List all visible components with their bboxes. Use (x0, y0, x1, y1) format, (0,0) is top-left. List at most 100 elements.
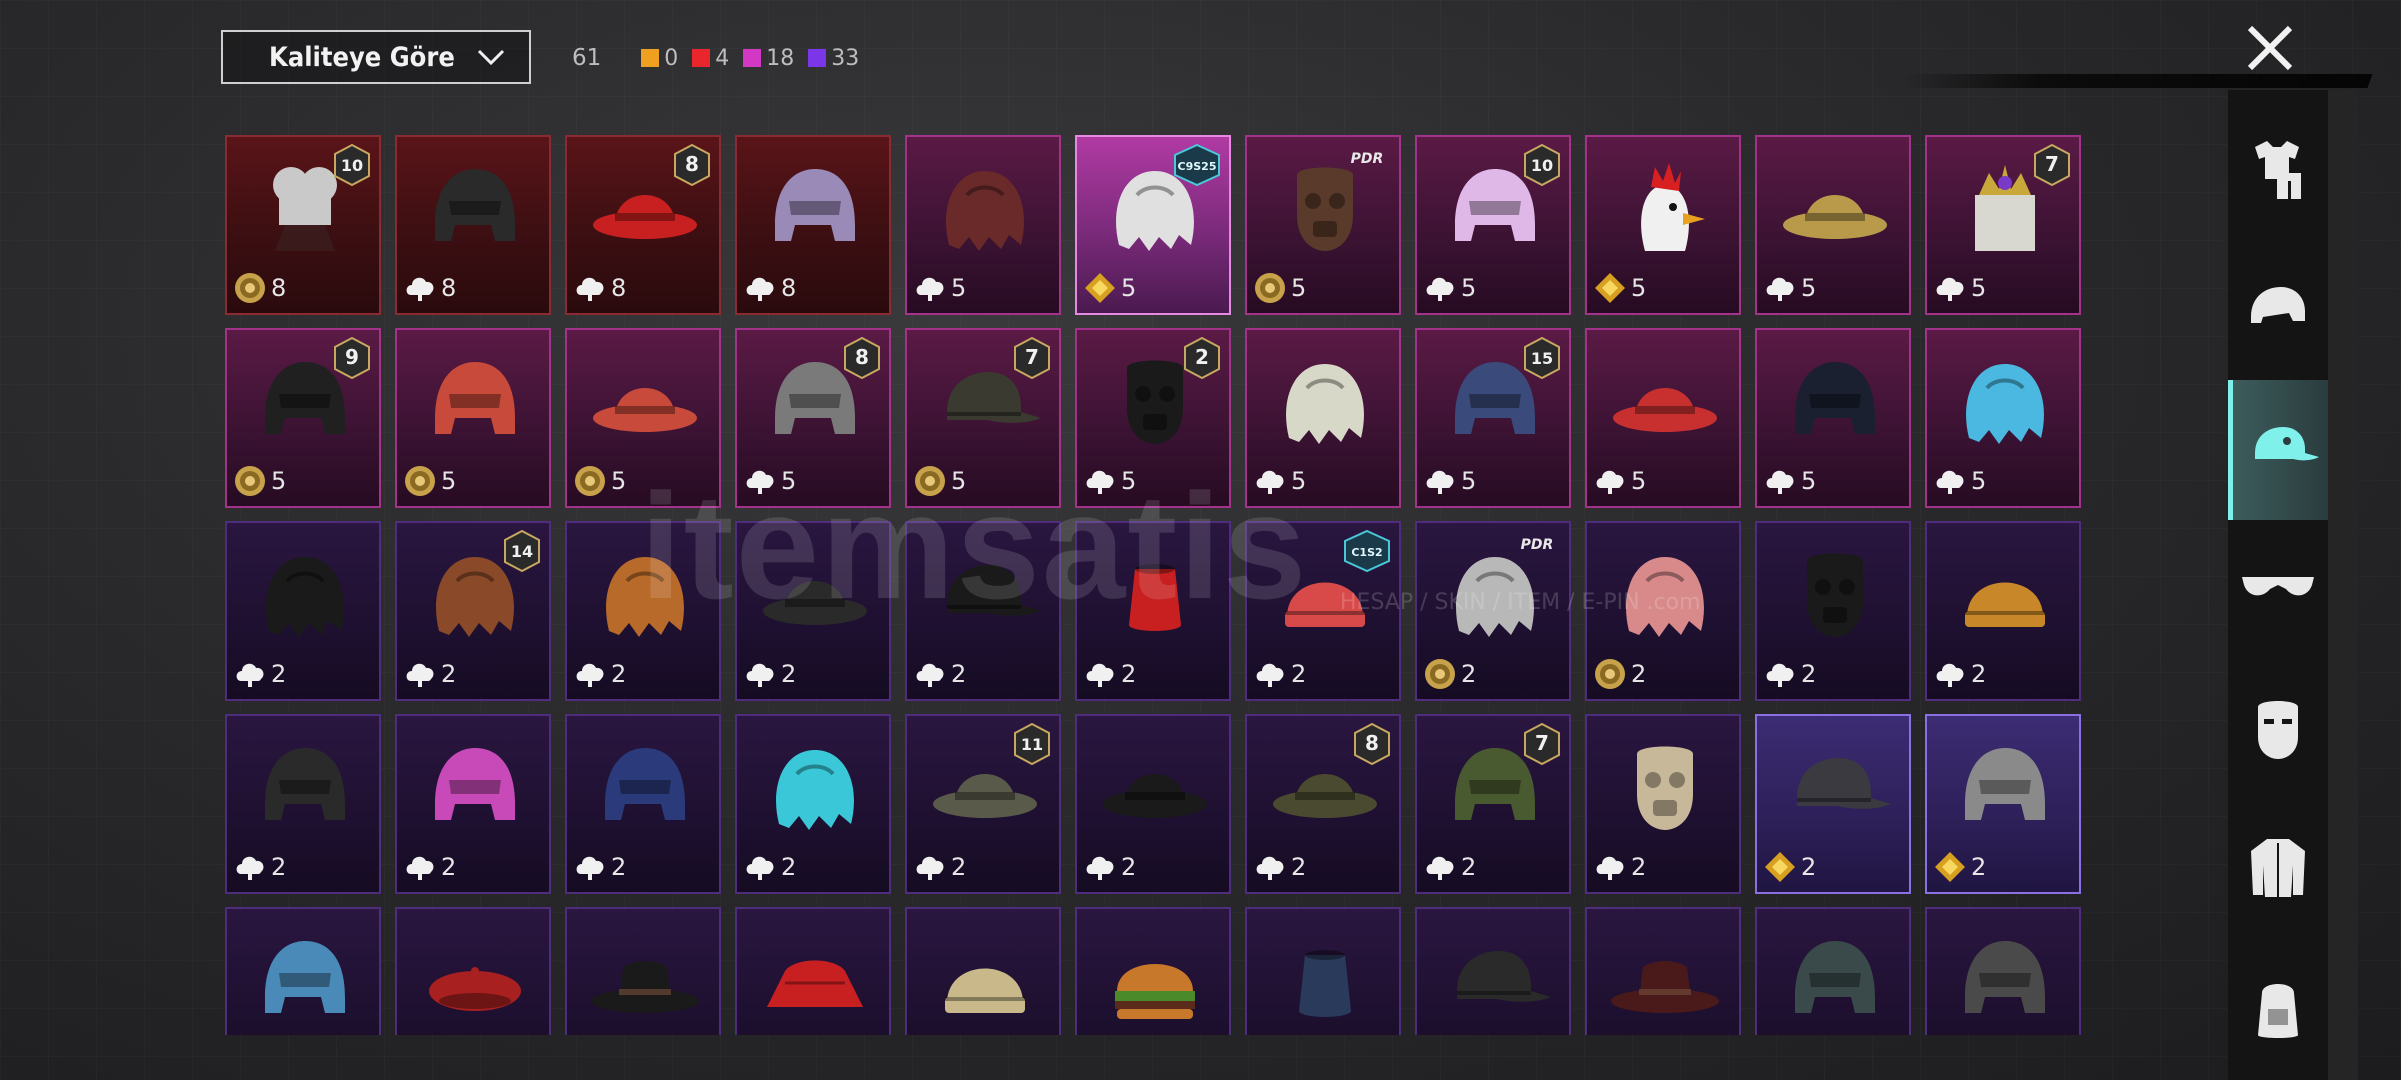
inventory-item-card[interactable]: 95 (225, 328, 381, 508)
inventory-item-card[interactable] (1585, 907, 1741, 1035)
level-badge-icon: 15 (1523, 336, 1561, 380)
inventory-item-card[interactable]: 5 (905, 135, 1061, 315)
inventory-item-card[interactable]: 2 (225, 521, 381, 701)
sidebar-item-mask[interactable] (2228, 660, 2328, 800)
hair-icon (1286, 364, 1364, 444)
inventory-item-card[interactable]: 2 (565, 714, 721, 894)
hat-icon (1103, 774, 1207, 818)
inventory-item-card[interactable]: 5 (1585, 135, 1741, 315)
inventory-item-card[interactable] (1075, 907, 1231, 1035)
inventory-item-card[interactable]: C9S25 5 (1075, 135, 1231, 315)
inventory-item-card[interactable]: 72 (1415, 714, 1571, 894)
inventory-item-card[interactable] (1245, 907, 1401, 1035)
item-quantity: 8 (781, 274, 797, 302)
burger-icon (1115, 964, 1195, 1019)
sidebar-item-outfit[interactable] (2228, 100, 2328, 240)
inventory-item-card[interactable]: 75 (905, 328, 1061, 508)
inventory-item-card[interactable]: 5 (1585, 328, 1741, 508)
level-badge-icon: 7 (1013, 336, 1051, 380)
inventory-item-card[interactable]: 2 (1585, 714, 1741, 894)
inventory-item-card[interactable] (565, 907, 721, 1035)
svg-text:14: 14 (511, 542, 533, 561)
item-quantity: 2 (1971, 853, 1987, 881)
inventory-item-card[interactable]: 2 (1075, 521, 1231, 701)
inventory-item-card[interactable]: 2 (1755, 521, 1911, 701)
item-quantity: 8 (611, 274, 627, 302)
inventory-item-card[interactable]: 5 (395, 328, 551, 508)
inventory-item-card[interactable]: 85 (735, 328, 891, 508)
cloud-currency-icon (743, 657, 777, 691)
inventory-item-card[interactable] (225, 907, 381, 1035)
inventory-item-card[interactable]: 5 (1755, 328, 1911, 508)
svg-text:9: 9 (345, 345, 359, 369)
inventory-item-card[interactable] (1415, 907, 1571, 1035)
item-quantity: 2 (951, 660, 967, 688)
level-badge-icon: 7 (1523, 722, 1561, 766)
inventory-grid[interactable]: 10 8 8 8 8 8 5 C9S25 5 PDR 5 10 5 5 5 7 5 9 5 5 5 8 5 7 5 2 5 5 15 5 5… (225, 135, 2083, 1035)
fedora-icon (591, 961, 699, 1013)
inventory-item-card[interactable]: C1S2 2 (1245, 521, 1401, 701)
sidebar-item-glasses[interactable] (2228, 520, 2328, 660)
inventory-item-card[interactable]: 14 2 (395, 521, 551, 701)
inventory-item-card[interactable]: 10 8 (225, 135, 381, 315)
item-quantity: 2 (1801, 660, 1817, 688)
item-quantity: 5 (441, 467, 457, 495)
cap-icon (1797, 758, 1891, 809)
inventory-item-card[interactable]: 2 (1755, 714, 1911, 894)
inventory-item-card[interactable]: 2 (395, 714, 551, 894)
inventory-item-card[interactable]: PDR 5 (1245, 135, 1401, 315)
helmet-icon (1965, 748, 2045, 820)
inventory-item-card[interactable]: 2 (565, 521, 721, 701)
inventory-item-card[interactable]: 5 (1245, 328, 1401, 508)
inventory-item-card[interactable] (1925, 907, 2081, 1035)
inventory-item-card[interactable]: 8 (395, 135, 551, 315)
inventory-item-card[interactable]: 2 (735, 521, 891, 701)
sidebar-item-jacket[interactable] (2228, 800, 2328, 940)
svg-text:10: 10 (1531, 156, 1553, 175)
inventory-item-card[interactable]: PDR 2 (1415, 521, 1571, 701)
inventory-item-card[interactable]: 2 (735, 714, 891, 894)
cloud-currency-icon (1933, 271, 1967, 305)
close-icon[interactable] (2240, 18, 2300, 78)
quality-count-red: 4 (692, 46, 729, 71)
svg-text:10: 10 (341, 156, 363, 175)
gold-currency-icon (913, 464, 947, 498)
item-quantity: 2 (781, 660, 797, 688)
inventory-item-card[interactable]: 2 (1925, 714, 2081, 894)
helmet-icon (435, 169, 515, 241)
sort-dropdown[interactable]: Kaliteye Göre (221, 30, 531, 84)
inventory-item-card[interactable]: 88 (565, 135, 721, 315)
cloud-currency-icon (1253, 850, 1287, 884)
hair-icon (776, 750, 854, 830)
inventory-item-card[interactable]: 2 (1925, 521, 2081, 701)
inventory-item-card[interactable]: 75 (1925, 135, 2081, 315)
quality-count-value: 0 (664, 45, 679, 71)
rooster-icon (1641, 163, 1705, 251)
inventory-item-card[interactable]: 82 (1245, 714, 1401, 894)
sidebar-item-backpack[interactable] (2228, 940, 2328, 1080)
helmet-icon (1795, 362, 1875, 434)
inventory-item-card[interactable]: 8 (735, 135, 891, 315)
inventory-item-card[interactable]: 2 (1075, 714, 1231, 894)
inventory-item-card[interactable]: 2 (905, 521, 1061, 701)
inventory-item-card[interactable]: 25 (1075, 328, 1231, 508)
sidebar-item-helmet[interactable] (2228, 240, 2328, 380)
cap-icon (2241, 413, 2321, 487)
inventory-item-card[interactable]: 15 5 (1415, 328, 1571, 508)
inventory-item-card[interactable]: 5 (1925, 328, 2081, 508)
inventory-item-card[interactable] (905, 907, 1061, 1035)
inventory-item-card[interactable]: 5 (565, 328, 721, 508)
inventory-item-card[interactable]: 11 2 (905, 714, 1061, 894)
inventory-item-card[interactable]: 2 (1585, 521, 1741, 701)
cloud-currency-icon (743, 850, 777, 884)
sidebar-item-cap[interactable] (2228, 380, 2328, 520)
level-badge-icon: 8 (843, 336, 881, 380)
pink-square-icon (743, 49, 762, 67)
inventory-item-card[interactable]: 5 (1755, 135, 1911, 315)
inventory-item-card[interactable]: 2 (225, 714, 381, 894)
inventory-item-card[interactable] (1755, 907, 1911, 1035)
item-quantity: 2 (1291, 853, 1307, 881)
inventory-item-card[interactable] (395, 907, 551, 1035)
inventory-item-card[interactable]: 10 5 (1415, 135, 1571, 315)
inventory-item-card[interactable] (735, 907, 891, 1035)
